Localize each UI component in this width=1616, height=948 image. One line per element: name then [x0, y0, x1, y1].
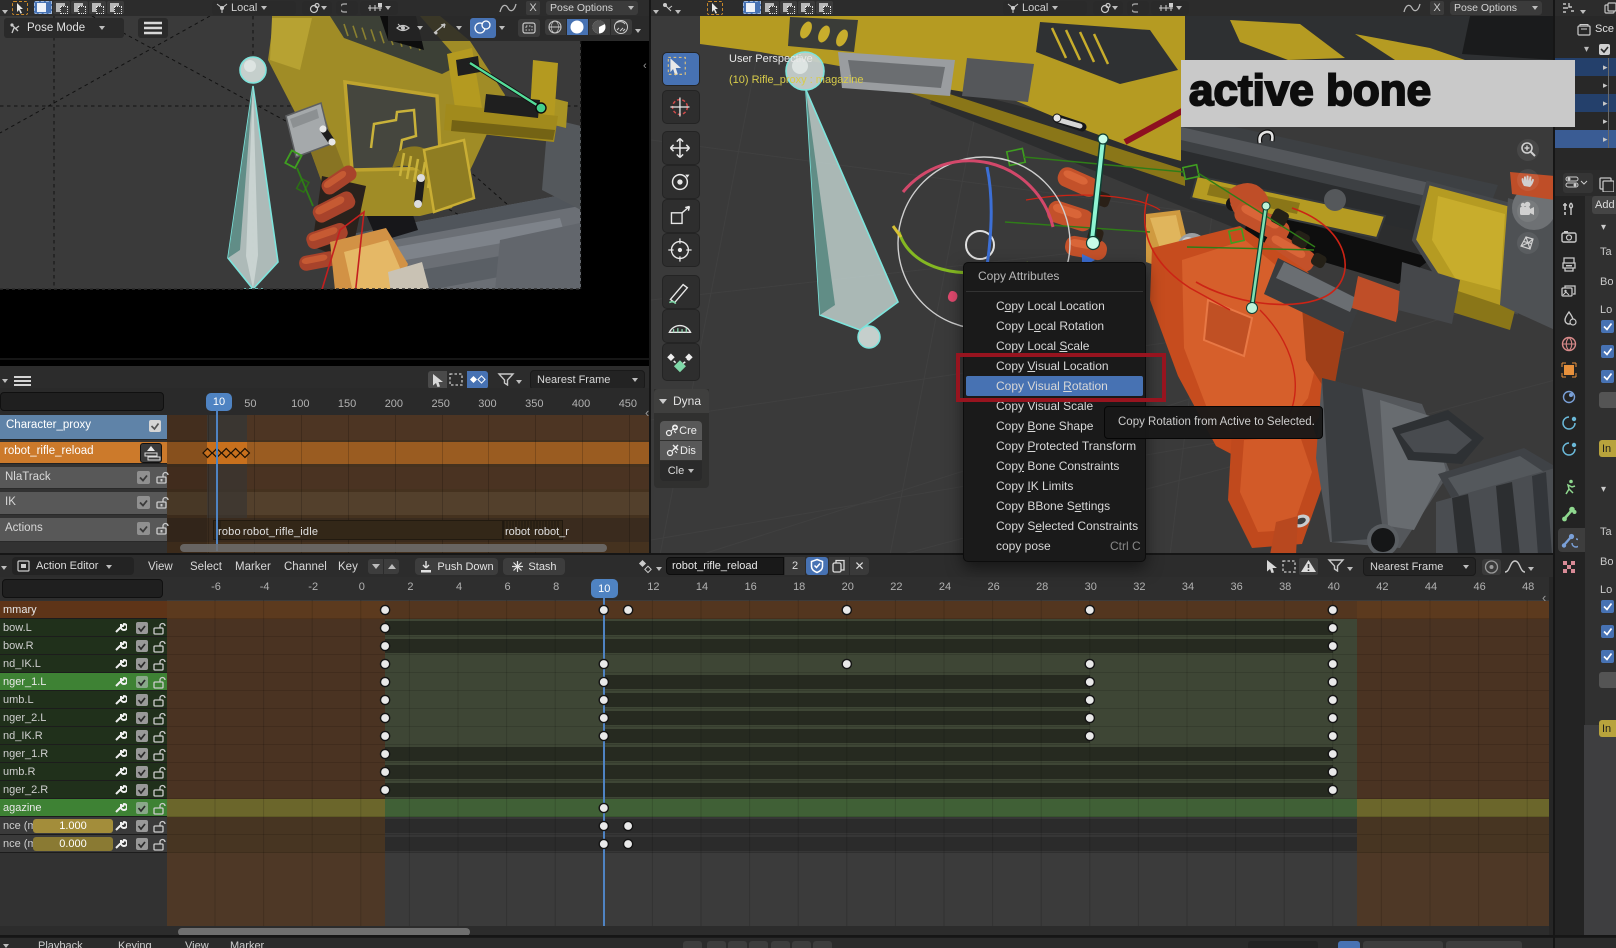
svg-text:‹: ‹ [643, 60, 647, 72]
